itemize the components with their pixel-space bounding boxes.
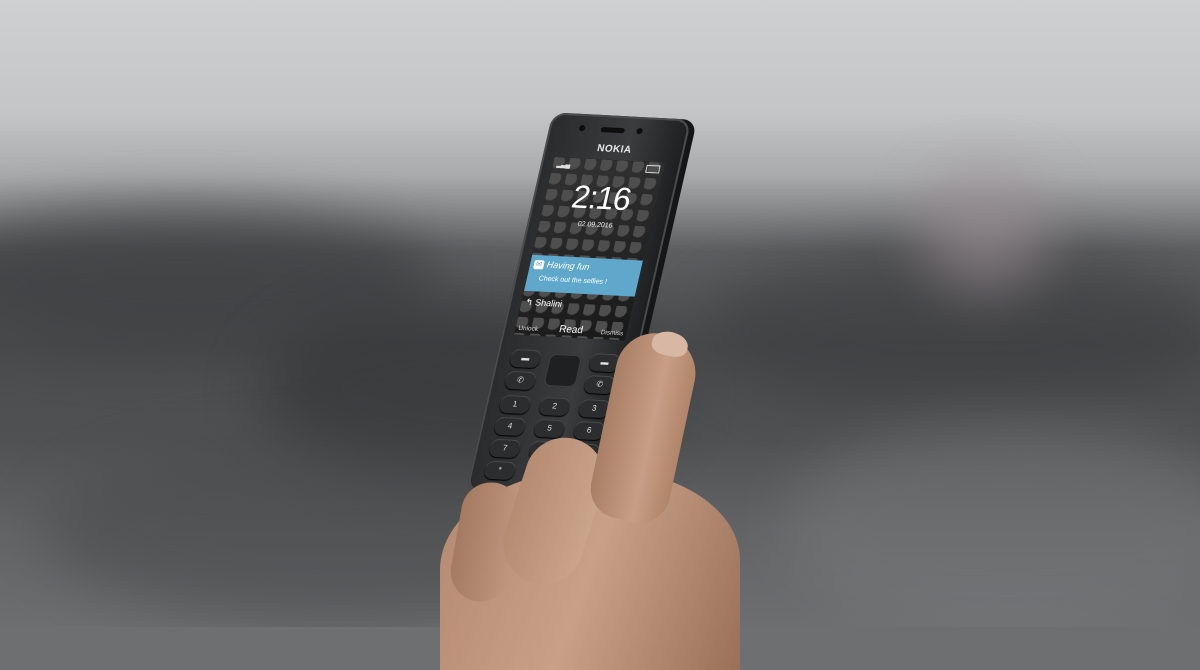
- softkey-dismiss[interactable]: Dismiss: [600, 329, 624, 337]
- key-5[interactable]: 5: [532, 418, 567, 439]
- message-bubble-icon: ✉: [532, 259, 545, 270]
- left-softkey-button[interactable]: ▬: [508, 348, 543, 369]
- lockscreen-time: 2:16: [568, 178, 635, 218]
- notification-title: Having fun: [545, 259, 591, 272]
- notification-sender: ↰ Shalini: [524, 297, 563, 310]
- key-2[interactable]: 2: [537, 396, 572, 417]
- key-star[interactable]: *: [482, 460, 517, 481]
- sender-name: Shalini: [534, 297, 564, 309]
- key-7[interactable]: 7: [488, 438, 522, 459]
- key-1[interactable]: 1: [498, 394, 532, 415]
- reply-arrow-icon: ↰: [524, 296, 535, 308]
- background-blur: [920, 170, 1050, 290]
- background-blur: [780, 420, 1200, 627]
- battery-icon: [645, 164, 661, 174]
- signal-icon: ▂▃▄: [556, 161, 571, 169]
- call-button[interactable]: ✆: [503, 370, 538, 391]
- notification-body: Check out the selfies !: [537, 275, 608, 286]
- key-4[interactable]: 4: [493, 416, 527, 437]
- navigation-pad[interactable]: [542, 352, 584, 389]
- message-notification[interactable]: ✉ Having fun Check out the selfies !: [523, 254, 643, 297]
